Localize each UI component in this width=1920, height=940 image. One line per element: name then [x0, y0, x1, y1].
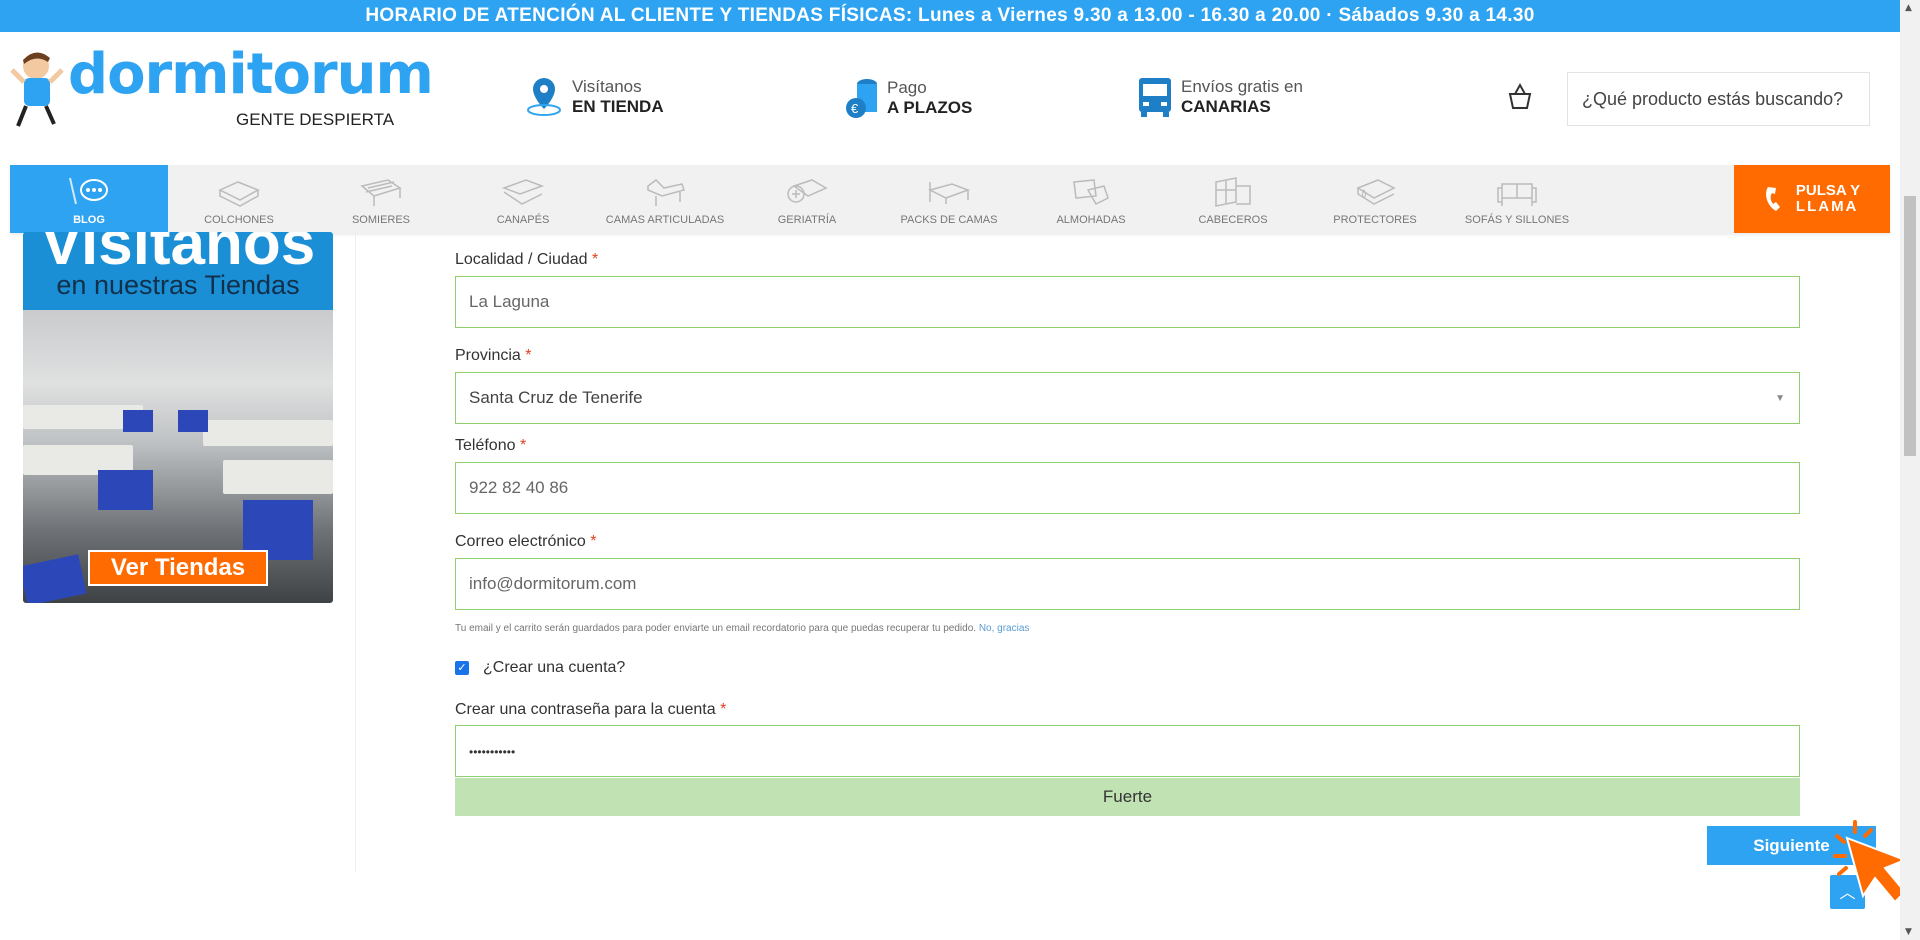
nav-item-somieres[interactable]: SOMIERES: [310, 165, 452, 233]
nav-item-camas-articuladas[interactable]: CAMAS ARTICULADAS: [594, 165, 736, 233]
password-input[interactable]: •••••••••••: [455, 725, 1800, 777]
bed-base-icon: [360, 179, 402, 206]
headboard-icon: [1215, 177, 1251, 207]
city-input[interactable]: La Laguna: [455, 276, 1800, 328]
nav-item-geriatria[interactable]: GERIATRÍA: [736, 165, 878, 233]
nav-label: PROTECTORES: [1333, 214, 1417, 226]
coins-icon: €: [846, 79, 877, 118]
create-account-checkbox[interactable]: ✓ ¿Crear una cuenta?: [455, 659, 625, 677]
logo-wordmark: dormitorum: [68, 42, 434, 107]
phone-icon: [1765, 187, 1780, 211]
call-button[interactable]: PULSA Y LLAMA: [1734, 165, 1890, 233]
svg-text:€: €: [851, 101, 859, 116]
mascot-icon: [10, 52, 64, 127]
bed-pack-icon: [927, 182, 971, 204]
banner-subtitle: en nuestras Tiendas: [56, 270, 300, 300]
category-nav: BLOG COLCHONES SOMIERES CANAPÉS CAMAS AR…: [10, 165, 1890, 233]
nav-item-blog[interactable]: BLOG: [10, 165, 168, 233]
nav-label: GERIATRÍA: [777, 214, 837, 226]
nav-item-protectores[interactable]: PROTECTORES: [1304, 165, 1446, 233]
nav-label: SOMIERES: [351, 214, 411, 226]
no-thanks-link[interactable]: No, gracias: [979, 623, 1030, 634]
email-input[interactable]: info@dormitorum.com: [455, 558, 1800, 610]
nav-label: CABECEROS: [1198, 214, 1268, 226]
view-stores-button[interactable]: Ver Tiendas: [88, 550, 268, 586]
scroll-down-arrow-icon[interactable]: ▼: [1905, 927, 1912, 937]
adjustable-bed-icon: [647, 179, 685, 206]
feature-free-shipping[interactable]: Envíos gratis en CANARIAS: [1137, 76, 1303, 118]
password-strength-meter: Fuerte: [455, 778, 1800, 816]
nav-label: BLOG: [73, 214, 105, 226]
nav-item-sofas-y-sillones[interactable]: SOFÁS Y SILLONES: [1446, 165, 1588, 233]
chat-icon: [69, 177, 108, 205]
protector-icon: [1356, 179, 1396, 205]
logo-tagline: GENTE DESPIERTA: [236, 110, 395, 129]
visit-stores-banner[interactable]: Visítanos en nuestras Tiendas Ver Tienda…: [23, 232, 333, 603]
nav-label: PACKS DE CAMAS: [900, 214, 998, 226]
feature-line2: CANARIAS: [1181, 97, 1271, 116]
geriatric-icon: [787, 179, 828, 203]
call-line2: LLAMA: [1795, 198, 1859, 215]
province-select[interactable]: Santa Cruz de Tenerife ▼: [455, 372, 1800, 424]
page-scrollbar[interactable]: ▲ ▼: [1900, 0, 1920, 940]
mattress-icon: [218, 181, 260, 207]
nav-label: COLCHONES: [204, 214, 274, 226]
basket-icon[interactable]: [1505, 82, 1535, 112]
nav-item-colchones[interactable]: COLCHONES: [168, 165, 310, 233]
phone-input[interactable]: 922 82 40 86: [455, 462, 1800, 514]
nav-label: SOFÁS Y SILLONES: [1464, 214, 1570, 226]
email-label: Correo electrónico *: [455, 533, 597, 550]
scroll-up-arrow-icon[interactable]: ▲: [1905, 3, 1912, 13]
feature-line2: A PLAZOS: [887, 98, 973, 117]
map-pin-icon: [527, 78, 561, 116]
sidebar-divider: [355, 232, 356, 872]
pillow-icon: [1073, 179, 1109, 205]
scroll-to-top-button[interactable]: ︿: [1830, 875, 1865, 909]
nav-item-canapes[interactable]: CANAPÉS: [452, 165, 594, 233]
call-line1: PULSA Y: [1795, 182, 1861, 199]
nav-item-cabeceros[interactable]: CABECEROS: [1162, 165, 1304, 233]
chevron-up-icon: ︿: [1839, 883, 1856, 902]
phone-label: Teléfono *: [455, 437, 527, 454]
nav-label: ALMOHADAS: [1056, 214, 1126, 226]
scrollbar-thumb[interactable]: [1904, 196, 1916, 456]
email-cart-note: Tu email y el carrito serán guardados pa…: [455, 623, 1030, 634]
password-label: Crear una contraseña para la cuenta *: [455, 701, 727, 718]
feature-pay-installments[interactable]: € Pago A PLAZOS: [845, 76, 972, 120]
nav-item-packs-de-camas[interactable]: PACKS DE CAMAS: [878, 165, 1020, 233]
feature-line2: EN TIENDA: [572, 97, 664, 116]
chevron-down-icon: ▼: [1775, 393, 1785, 404]
nav-label: CAMAS ARTICULADAS: [605, 214, 725, 226]
checkbox-checked-icon[interactable]: ✓: [455, 661, 469, 675]
feature-line1: Pago: [887, 78, 927, 97]
next-button[interactable]: Siguiente: [1707, 826, 1876, 865]
feature-visit-store[interactable]: Visítanos EN TIENDA: [524, 76, 664, 118]
sofa-icon: [1497, 183, 1537, 206]
feature-line1: Visítanos: [572, 77, 642, 96]
create-account-label: ¿Crear una cuenta?: [483, 659, 626, 676]
province-label: Provincia *: [455, 347, 532, 364]
feature-line1: Envíos gratis en: [1181, 77, 1303, 96]
city-label: Localidad / Ciudad *: [455, 251, 599, 268]
storage-bed-icon: [501, 179, 545, 205]
logo[interactable]: dormitorum GENTE DESPIERTA: [10, 42, 434, 133]
opening-hours-bar: HORARIO DE ATENCIÓN AL CLIENTE Y TIENDAS…: [0, 0, 1900, 32]
nav-item-almohadas[interactable]: ALMOHADAS: [1020, 165, 1162, 233]
province-value: Santa Cruz de Tenerife: [469, 388, 643, 407]
search-input[interactable]: ¿Qué producto estás buscando?: [1567, 72, 1870, 126]
nav-label: CANAPÉS: [496, 214, 550, 226]
truck-icon: [1139, 78, 1171, 117]
